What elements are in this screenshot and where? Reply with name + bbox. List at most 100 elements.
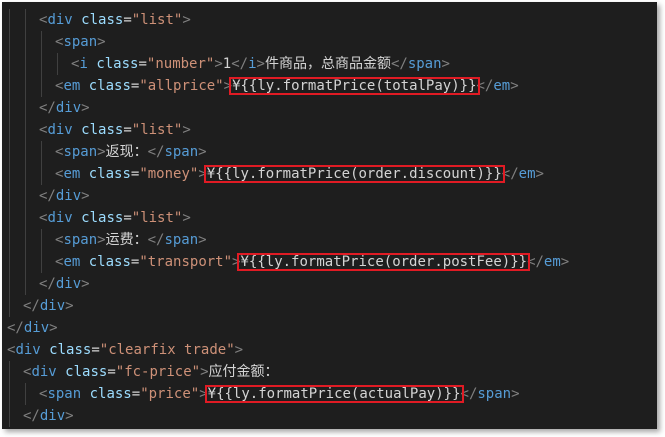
text-content: 应付金额： — [208, 364, 279, 380]
attribute-value: "number" — [146, 56, 215, 72]
code-line[interactable]: <div class="list"> — [2, 207, 657, 229]
tag-name: em — [518, 166, 536, 182]
tag-bracket: > — [97, 144, 106, 160]
code-line[interactable]: </div> — [2, 273, 657, 295]
tag-bracket: > — [234, 342, 244, 358]
highlighted-expression: ¥{{ly.formatPrice(totalPay)}} — [232, 78, 477, 94]
code-line[interactable]: <span> — [2, 31, 657, 53]
tag-name: span — [63, 232, 98, 248]
code-line[interactable]: <i class="number">1</i>件商品，总商品金额</span> — [2, 53, 657, 75]
indent-guide — [9, 141, 10, 163]
tag-bracket: > — [81, 100, 90, 116]
indent-guide — [25, 273, 26, 295]
code-line[interactable]: </div> — [2, 317, 657, 339]
tag-bracket: > — [256, 56, 265, 72]
code-text: </div> — [39, 100, 90, 116]
tag-bracket: > — [535, 166, 544, 182]
attribute-value: "fc-price" — [115, 364, 201, 380]
tag-bracket: </ — [39, 188, 56, 204]
indent-guide — [9, 9, 10, 31]
code-text: <div class="list"> — [39, 122, 191, 138]
indent-guide — [25, 97, 26, 119]
text-content: 运费： — [105, 232, 148, 248]
attribute-name: class — [88, 166, 131, 182]
code-text: </div> — [7, 320, 58, 336]
tag-name: span — [164, 144, 199, 160]
indent-guide — [25, 31, 26, 53]
tag-bracket: > — [441, 56, 450, 72]
code-line[interactable]: <div class="clearfix trade"> — [2, 339, 657, 361]
code-text: <div class="list"> — [39, 12, 191, 28]
tag-name: i — [79, 56, 88, 72]
indent-guide — [41, 31, 42, 53]
code-text: </div> — [39, 188, 90, 204]
indent-guide — [9, 251, 10, 273]
code-line[interactable]: <div class="fc-price">应付金额： — [2, 361, 657, 383]
code-line[interactable]: <em class="money">¥{{ly.formatPrice(orde… — [2, 163, 657, 185]
tag-name: div — [47, 12, 73, 28]
code-line[interactable]: </div> — [2, 405, 657, 427]
indent-guide — [25, 383, 26, 405]
code-text: <em class="transport">¥{{ly.formatPrice(… — [55, 254, 569, 270]
tag-name: em — [63, 78, 81, 94]
attribute-value: "list" — [131, 12, 183, 28]
text-content: 件商品，总商品金额 — [264, 56, 391, 72]
tag-bracket: > — [81, 188, 90, 204]
code-line[interactable]: <span>运费：</span> — [2, 229, 657, 251]
tag-bracket: </ — [390, 56, 408, 72]
attribute-value: "allprice" — [139, 78, 224, 94]
code-text: <span>运费：</span> — [55, 232, 207, 248]
tag-bracket: > — [198, 144, 207, 160]
indent-guide — [9, 31, 10, 53]
text-content — [41, 342, 49, 358]
attribute-value: "list" — [131, 122, 183, 138]
tag-name: span — [164, 232, 199, 248]
code-text: <span class="price">¥{{ly.formatPrice(ac… — [39, 386, 520, 402]
indent-guide — [57, 53, 58, 75]
attribute-value: "list" — [131, 210, 183, 226]
indent-guide — [41, 229, 42, 251]
indent-guide — [9, 185, 10, 207]
text-content: 返现： — [105, 144, 148, 160]
attribute-value: "clearfix trade" — [99, 342, 235, 358]
tag-bracket: > — [182, 122, 191, 138]
indent-guide — [9, 75, 10, 97]
code-line[interactable]: <em class="allprice">¥{{ly.formatPrice(t… — [2, 75, 657, 97]
indent-guide — [41, 141, 42, 163]
text-content — [57, 364, 65, 380]
text-content: = — [107, 364, 116, 380]
tag-name: div — [47, 122, 73, 138]
attribute-name: class — [96, 56, 139, 72]
code-line[interactable]: <div class="list"> — [2, 119, 657, 141]
indent-guide — [9, 119, 10, 141]
tag-bracket: > — [199, 386, 208, 402]
tag-name: span — [63, 144, 98, 160]
tag-bracket: </ — [39, 100, 56, 116]
text-content: = — [91, 342, 100, 358]
tag-bracket: > — [198, 232, 207, 248]
highlighted-expression: ¥{{ly.formatPrice(order.postFee)}} — [240, 254, 528, 270]
tag-name: em — [493, 78, 511, 94]
code-line[interactable]: </div> — [2, 185, 657, 207]
text-content — [80, 78, 88, 94]
text-content — [73, 122, 81, 138]
indent-guide — [41, 163, 42, 185]
text-content: = — [123, 12, 132, 28]
indent-guide — [9, 163, 10, 185]
code-line[interactable]: </div> — [2, 295, 657, 317]
code-line[interactable]: <div class="list"> — [2, 9, 657, 31]
code-text: <div class="list"> — [39, 210, 191, 226]
code-text: <em class="money">¥{{ly.formatPrice(orde… — [55, 166, 544, 182]
tag-bracket: > — [223, 78, 233, 94]
code-line[interactable]: <em class="transport">¥{{ly.formatPrice(… — [2, 251, 657, 273]
attribute-name: class — [81, 210, 124, 226]
highlighted-expression: ¥{{ly.formatPrice(order.discount)}} — [206, 166, 502, 182]
tag-bracket: > — [182, 12, 191, 28]
code-line[interactable]: <span>返现：</span> — [2, 141, 657, 163]
highlighted-expression: ¥{{ly.formatPrice(actualPay)}} — [207, 386, 461, 402]
code-editor[interactable]: <div class="list"> <span> <i class="number… — [2, 2, 657, 429]
tag-bracket: </ — [147, 232, 165, 248]
code-line[interactable]: </div> — [2, 97, 657, 119]
code-line[interactable]: <span class="price">¥{{ly.formatPrice(ac… — [2, 383, 657, 405]
tag-bracket: > — [49, 320, 58, 336]
